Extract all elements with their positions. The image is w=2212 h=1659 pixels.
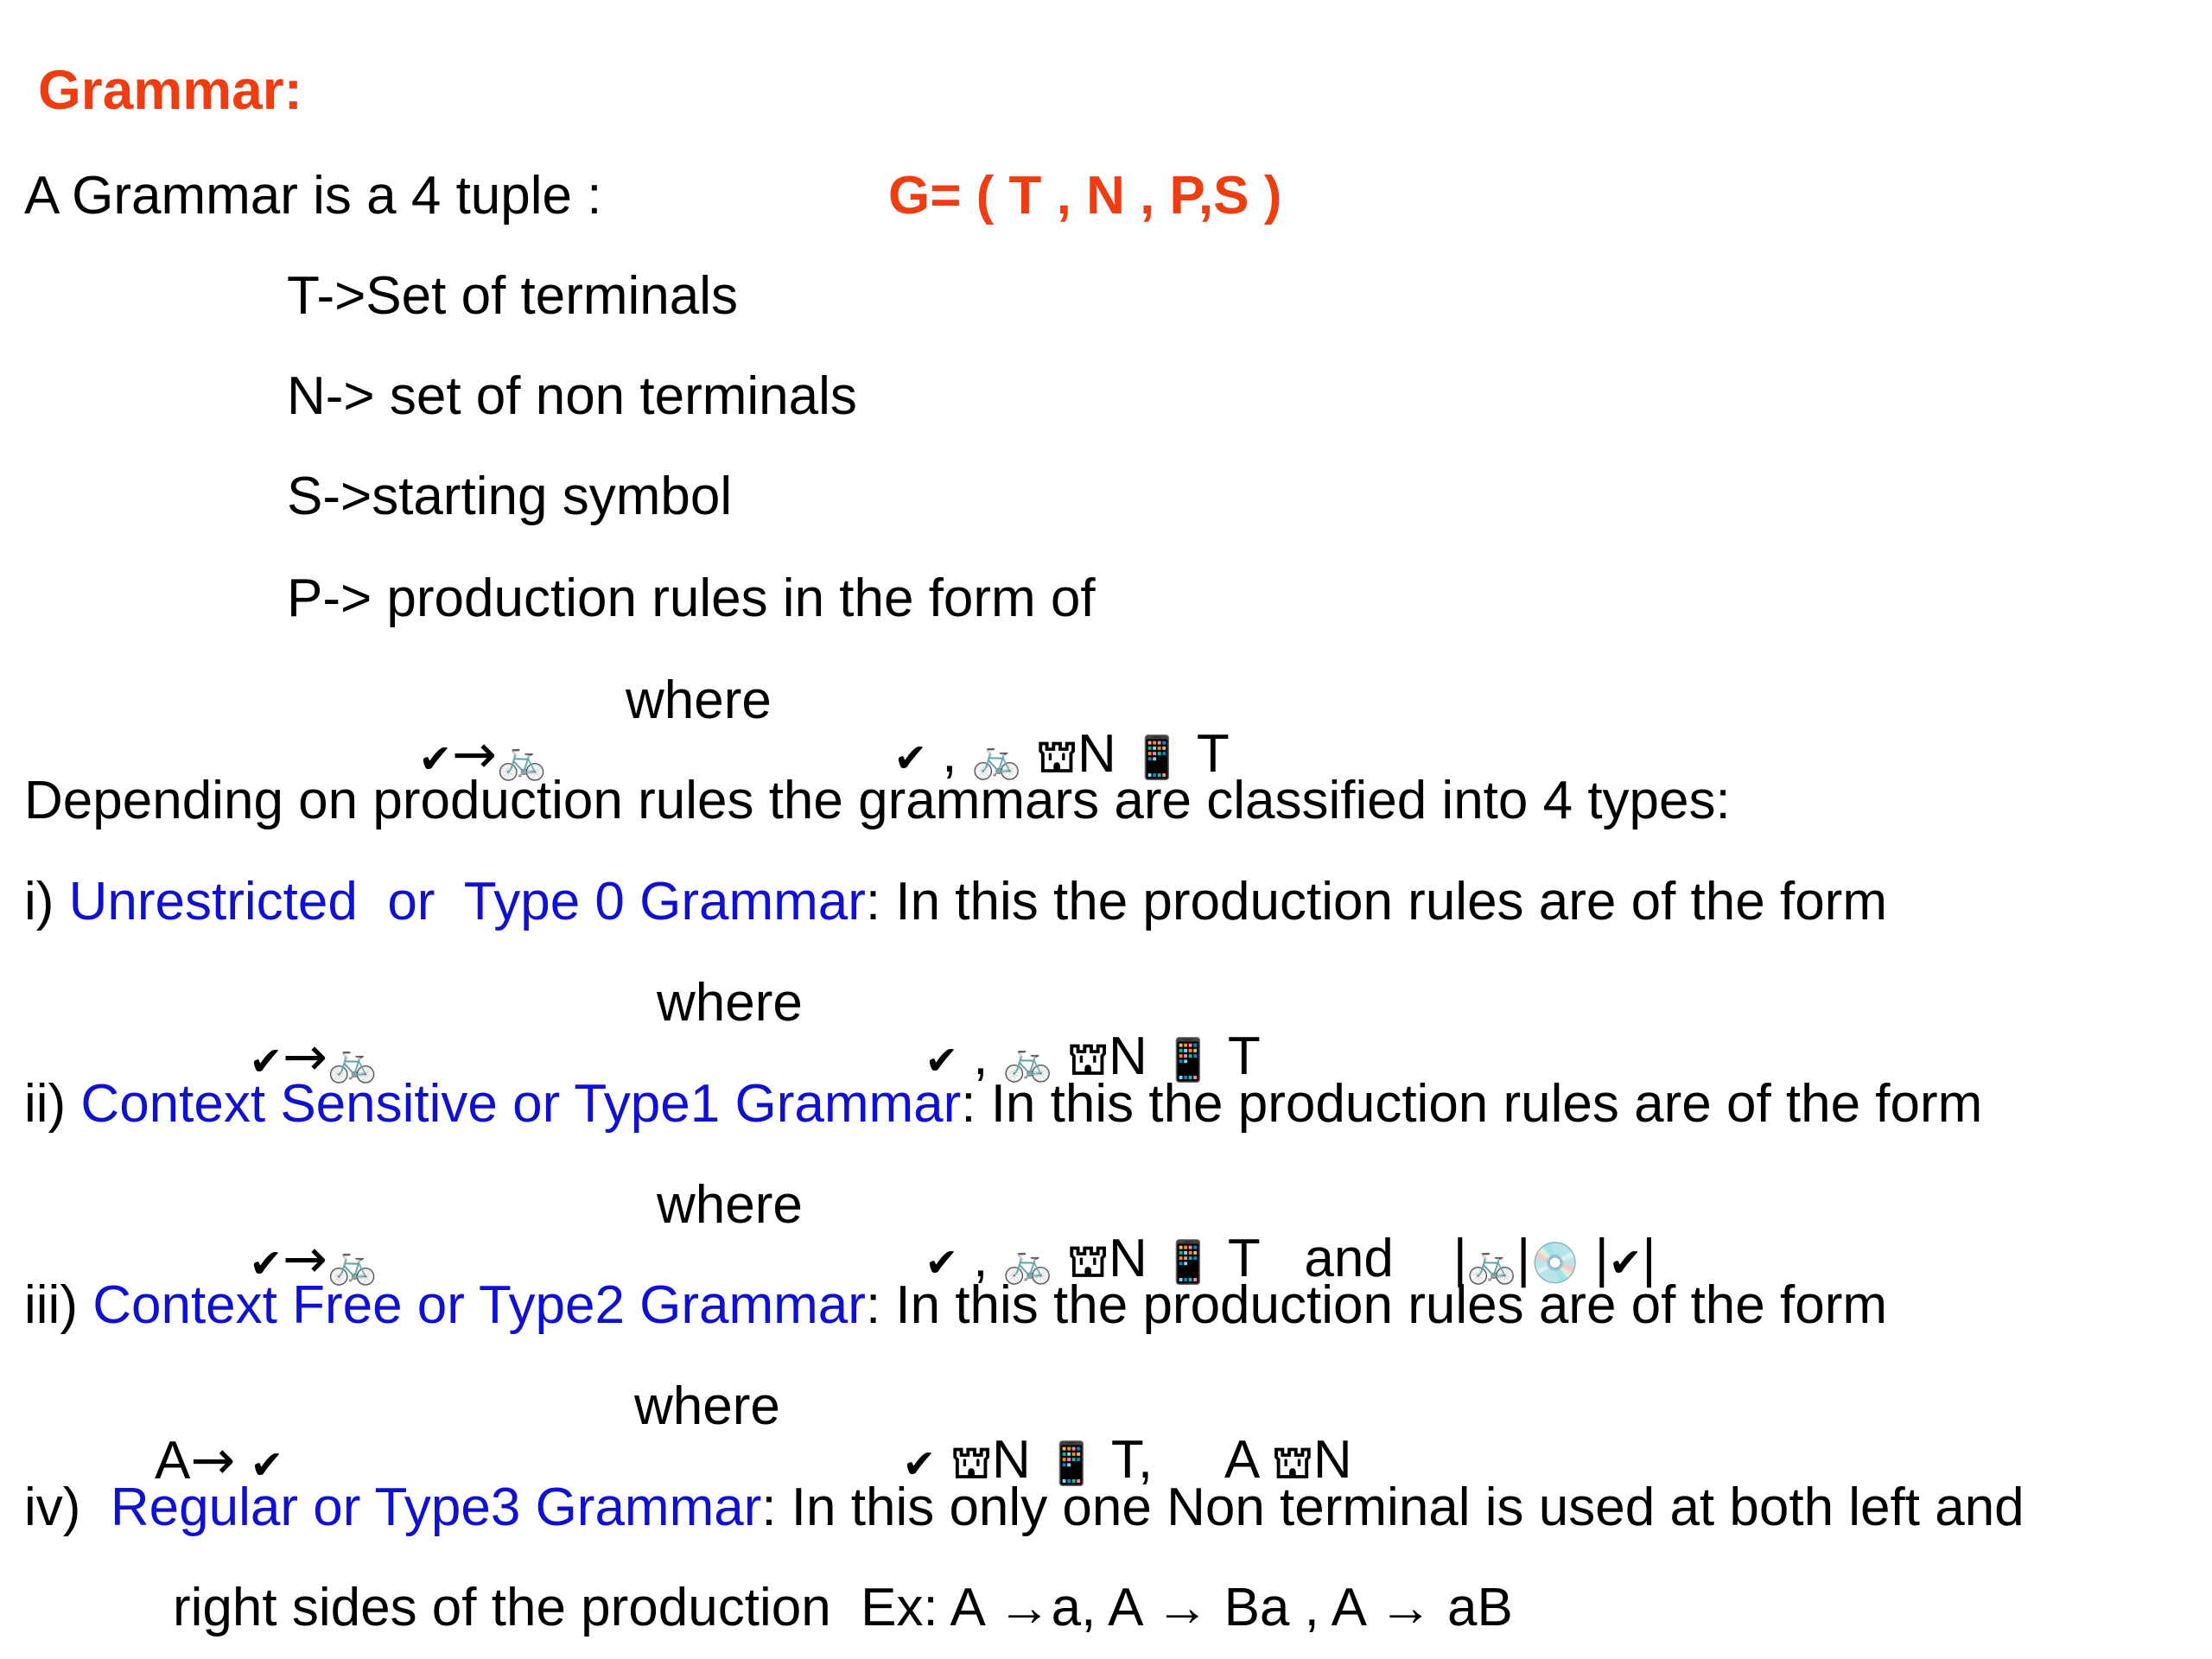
definition-start-symbol: S->starting symbol: [287, 467, 733, 526]
type0-heading: i) Unrestricted or Type 0 Grammar: In th…: [24, 872, 1887, 931]
type0-form: ✔→🚲: [219, 976, 377, 1084]
definition-productions: P-> production rules in the form of: [287, 569, 1096, 628]
type3-heading: iv) Regular or Type3 Grammar: In this on…: [24, 1478, 2024, 1537]
where-label: where: [634, 1376, 780, 1436]
type3-continuation: right sides of the production Ex: A →a, …: [173, 1578, 1513, 1637]
classification-text: Depending on production rules the gramma…: [24, 771, 1731, 830]
production-form: ✔→🚲: [389, 674, 546, 782]
type2-condition: ✔ ⛫N 📱 T, A ⛫N: [902, 1430, 1352, 1490]
type0-condition: ✔ , 🚲 ⛫N 📱 T: [925, 1027, 1261, 1086]
type0-name: Unrestricted or Type 0 Grammar: [68, 872, 866, 931]
intro-text: A Grammar is a 4 tuple :: [24, 166, 602, 226]
type3-name: Regular or Type3 Grammar: [110, 1478, 762, 1537]
type2-name: Context Free or Type2 Grammar: [92, 1275, 866, 1335]
type1-form: ✔→🚲: [219, 1179, 377, 1287]
type2-heading: iii) Context Free or Type2 Grammar: In t…: [24, 1275, 1887, 1335]
definition-nonterminals: N-> set of non terminals: [287, 366, 857, 426]
where-label: where: [626, 671, 772, 730]
type2-form: A→ ✔: [155, 1428, 284, 1491]
page-title: Grammar:: [38, 59, 302, 121]
definition-terminals: T->Set of terminals: [287, 266, 739, 326]
where-label: where: [657, 1175, 803, 1235]
type1-condition: ✔ , 🚲 ⛫N 📱 T and |🚲|💿 |✔|: [925, 1229, 1656, 1288]
where-condition: ✔ , 🚲 ⛫N 📱 T: [893, 724, 1230, 784]
grammar-formula: G= ( T , N , P,S ): [888, 166, 1282, 226]
type1-name: Context Sensitive or Type1 Grammar: [80, 1074, 962, 1134]
type1-heading: ii) Context Sensitive or Type1 Grammar: …: [24, 1074, 1983, 1134]
where-label: where: [657, 973, 803, 1033]
